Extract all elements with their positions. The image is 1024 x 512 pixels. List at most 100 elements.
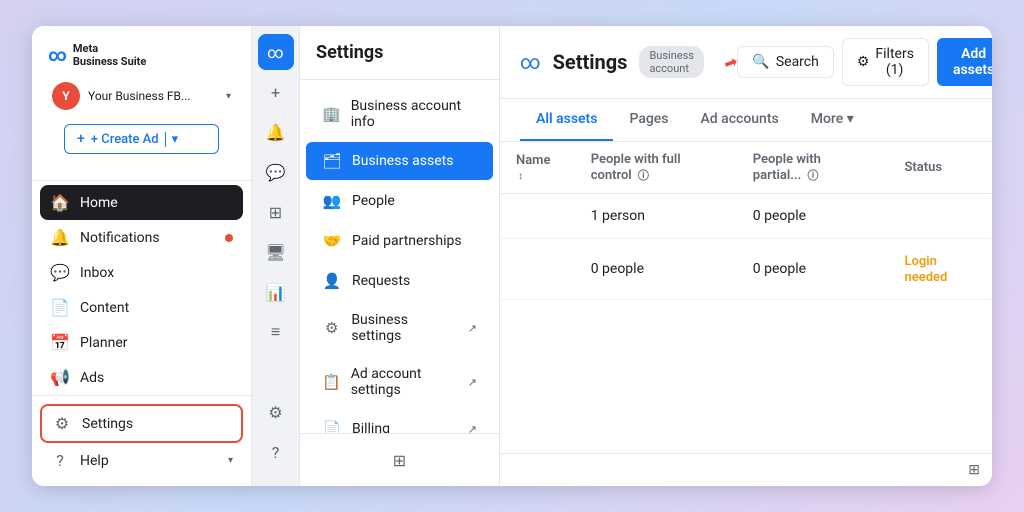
- add-assets-label: Add assets: [953, 46, 992, 78]
- status-badge: Login needed: [904, 254, 947, 285]
- partnership-icon: 🤝: [322, 232, 342, 250]
- settings-submenu: Settings 🏢 Business account info 🗂 Busin…: [300, 26, 500, 486]
- submenu-title: Settings: [300, 26, 499, 80]
- submenu-business-settings[interactable]: ⚙ Business settings ↗: [306, 302, 493, 354]
- table-row: 0 people 0 people Login needed: [500, 239, 992, 300]
- external-link-icon: ↗: [468, 322, 477, 335]
- create-ad-button[interactable]: + + Create Ad ▾: [64, 124, 219, 154]
- gear-icon: ⚙: [322, 319, 341, 337]
- sidebar-item-home[interactable]: 🏠 Home: [40, 185, 243, 220]
- help-label: Help: [80, 453, 109, 469]
- submenu-paid-partnerships[interactable]: 🤝 Paid partnerships: [306, 222, 493, 260]
- tabs-bar: All assets Pages Ad accounts More ▾: [500, 99, 992, 142]
- info-icon[interactable]: ⓘ: [638, 169, 649, 182]
- help-icon: ?: [50, 451, 70, 470]
- submenu-ad-account-settings[interactable]: 📋 Ad account settings ↗: [306, 356, 493, 408]
- submenu-business-account-info[interactable]: 🏢 Business account info: [306, 88, 493, 140]
- sidebar-item-notifications[interactable]: 🔔 Notifications: [40, 220, 243, 255]
- chevron-down-icon: ▾: [228, 455, 233, 466]
- cell-status: Login needed: [888, 239, 992, 300]
- gear-icon: ⚙: [52, 414, 72, 433]
- submenu-item-label: Business account info: [351, 98, 477, 130]
- submenu-item-label: Requests: [352, 273, 410, 289]
- avatar: Y: [52, 82, 80, 110]
- plus-icon: +: [77, 131, 85, 147]
- icon-sidebar-monitor[interactable]: 🖥: [258, 234, 294, 270]
- tab-ad-accounts[interactable]: Ad accounts: [685, 99, 795, 141]
- submenu-requests[interactable]: 👤 Requests: [306, 262, 493, 300]
- col-status: Status: [888, 142, 992, 194]
- cell-status: [888, 194, 992, 239]
- grid-icon[interactable]: ⊞: [968, 462, 980, 478]
- notification-badge: [225, 234, 233, 242]
- content-icon: 📄: [50, 298, 70, 317]
- sidebar-item-ads[interactable]: 📢 Ads: [40, 360, 243, 395]
- panel-icon[interactable]: ⊞: [382, 442, 418, 478]
- nav-menu: 🏠 Home 🔔 Notifications 💬 Inbox 📄 Content…: [32, 181, 251, 395]
- col-partial: People with partial... ⓘ: [737, 142, 889, 194]
- search-label: Search: [776, 54, 819, 70]
- assets-table: Name ↕ People with full control ⓘ People…: [500, 142, 992, 300]
- col-name: Name ↕: [500, 142, 575, 194]
- planner-icon: 📅: [50, 333, 70, 352]
- brand-line1: Meta: [73, 42, 146, 55]
- sidebar: ∞ Meta Business Suite Y Your Business FB…: [32, 26, 252, 486]
- submenu-people[interactable]: 👥 People: [306, 182, 493, 220]
- search-button[interactable]: 🔍 Search: [737, 46, 833, 78]
- sidebar-item-settings[interactable]: ⚙ Settings: [40, 404, 243, 443]
- icon-sidebar-chart[interactable]: 📊: [258, 274, 294, 310]
- home-icon: 🏠: [50, 193, 70, 212]
- nav-label: Home: [80, 195, 118, 211]
- tab-pages[interactable]: Pages: [613, 99, 684, 141]
- user-account-selector[interactable]: Y Your Business FB... ▾: [48, 78, 235, 114]
- icon-sidebar-meta[interactable]: ∞: [258, 34, 294, 70]
- app-container: ∞ Meta Business Suite Y Your Business FB…: [32, 26, 992, 486]
- meta-brand-icon: ∞: [48, 45, 67, 66]
- sidebar-item-help[interactable]: ? Help ▾: [40, 443, 243, 478]
- icon-sidebar-grid[interactable]: ⊞: [258, 194, 294, 230]
- icon-sidebar-bottom: ⚙ ?: [258, 394, 294, 478]
- icon-sidebar-gear[interactable]: ⚙: [258, 394, 294, 430]
- settings-title-label: Settings: [316, 42, 383, 63]
- cell-name: [500, 194, 575, 239]
- nav-label: Inbox: [80, 265, 114, 281]
- brand-line2: Business Suite: [73, 55, 146, 68]
- sidebar-item-content[interactable]: 📄 Content: [40, 290, 243, 325]
- cell-full-control: 1 person: [575, 194, 737, 239]
- icon-sidebar-lines[interactable]: ≡: [258, 314, 294, 350]
- submenu-item-label: Business assets: [352, 153, 453, 169]
- nav-label: Ads: [80, 370, 104, 386]
- submenu-item-label: Billing: [352, 421, 390, 433]
- col-full-control: People with full control ⓘ: [575, 142, 737, 194]
- cell-partial: 0 people: [737, 239, 889, 300]
- create-ad-label: + Create Ad: [91, 132, 159, 147]
- submenu-business-assets[interactable]: 🗂 Business assets: [306, 142, 493, 180]
- sidebar-bottom: ⚙ Settings ? Help ▾: [32, 395, 251, 486]
- icon-sidebar-top: ∞ + 🔔 💬 ⊞ 🖥 📊 ≡: [258, 34, 294, 390]
- tab-all-assets[interactable]: All assets: [520, 99, 613, 141]
- add-assets-button[interactable]: Add assets ➡: [937, 38, 992, 86]
- user-name: Your Business FB...: [88, 89, 218, 103]
- sidebar-item-planner[interactable]: 📅 Planner: [40, 325, 243, 360]
- requests-icon: 👤: [322, 272, 342, 290]
- nav-label: Content: [80, 300, 129, 316]
- filter-button[interactable]: ⚙ Filters (1): [842, 38, 929, 86]
- cell-partial: 0 people: [737, 194, 889, 239]
- sort-icon: ↕: [518, 171, 523, 182]
- filter-label: Filters (1): [875, 46, 914, 78]
- submenu-item-label: Paid partnerships: [352, 233, 462, 249]
- external-link-icon: ↗: [468, 423, 477, 434]
- info-icon[interactable]: ⓘ: [808, 169, 819, 182]
- submenu-item-label: Business settings: [351, 312, 457, 344]
- icon-sidebar-help[interactable]: ?: [258, 434, 294, 470]
- page-title-area: ∞ Settings Business account ➡: [520, 46, 737, 78]
- sidebar-item-inbox[interactable]: 💬 Inbox: [40, 255, 243, 290]
- icon-sidebar-plus[interactable]: +: [258, 74, 294, 110]
- tab-more[interactable]: More ▾: [795, 99, 870, 141]
- nav-label: Notifications: [80, 230, 160, 246]
- content-header: ∞ Settings Business account ➡ 🔍 Search ⚙…: [500, 26, 992, 99]
- icon-sidebar-chat[interactable]: 💬: [258, 154, 294, 190]
- settings-label: Settings: [82, 416, 133, 432]
- submenu-billing[interactable]: 📄 Billing ↗: [306, 410, 493, 433]
- icon-sidebar-bell[interactable]: 🔔: [258, 114, 294, 150]
